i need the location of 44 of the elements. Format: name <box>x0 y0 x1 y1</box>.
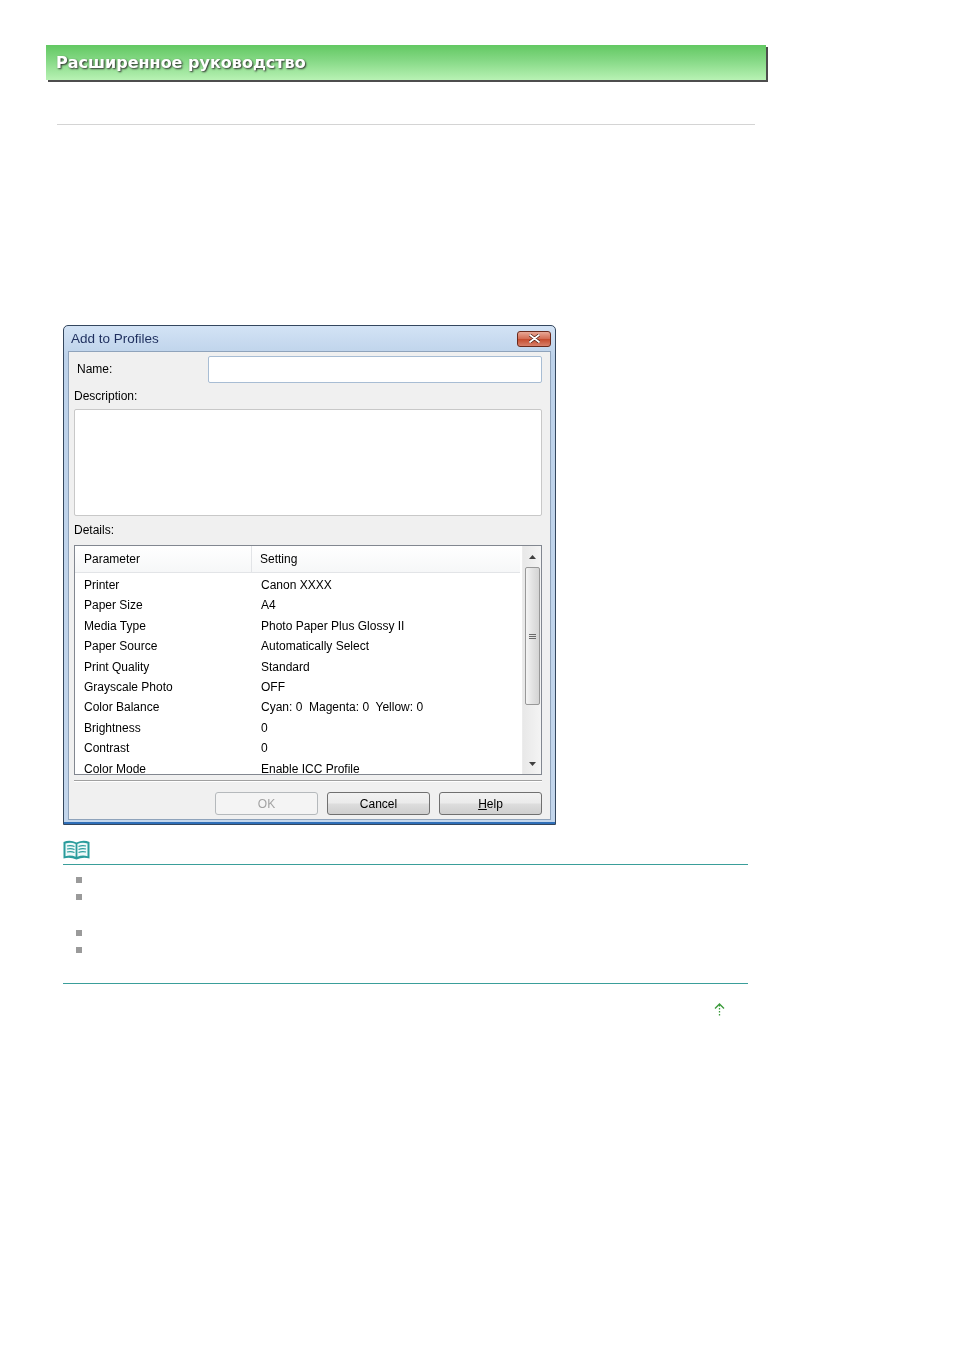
up-arrow-icon[interactable] <box>714 1003 725 1017</box>
grip-icon <box>528 633 536 639</box>
table-cell-text: Paper Source <box>83 638 159 656</box>
table-cell-text: Print Quality <box>83 658 151 676</box>
column-header[interactable]: Setting <box>252 546 520 572</box>
scroll-down-icon[interactable] <box>528 761 536 766</box>
table-cell-text: Photo Paper Plus Glossy II <box>260 617 406 635</box>
details-label: Details: <box>74 523 115 538</box>
table-cell-text: 0 <box>260 719 269 737</box>
book-icon <box>63 840 90 860</box>
table-cell-text: Canon XXXX <box>260 577 333 594</box>
table-cell-text: Printer <box>83 577 121 594</box>
table-cell-text: 0 <box>260 740 269 758</box>
scrollbar[interactable] <box>522 546 541 774</box>
table-cell-text: Grayscale Photo <box>83 678 174 696</box>
bullet-icon <box>76 893 82 900</box>
table-cell-text: Enable ICC Profile <box>260 760 361 774</box>
dialog-button[interactable]: Help <box>439 792 542 815</box>
bullet-icon <box>76 929 82 936</box>
name-input[interactable] <box>208 356 542 383</box>
table-cell-text: Automatically Select <box>260 638 371 656</box>
bullet-icon <box>76 876 82 883</box>
table-cell-text: Color Balance <box>83 699 161 717</box>
name-label: Name: <box>76 362 114 377</box>
table-cell-text: Standard <box>260 658 311 676</box>
dialog-title: Add to Profiles <box>70 331 159 346</box>
description-input[interactable] <box>74 409 542 516</box>
dialog-button[interactable]: Cancel <box>327 792 430 815</box>
table-cell-text: Cyan: 0 Magenta: 0 Yellow: 0 <box>260 699 425 717</box>
close-button[interactable] <box>517 330 551 347</box>
close-icon <box>528 334 540 343</box>
description-label: Description: <box>74 389 139 404</box>
table-cell-text: Brightness <box>83 719 142 737</box>
table-cell-text: Contrast <box>83 740 131 758</box>
page-title: Расширенное руководство <box>56 53 306 72</box>
bullet-icon <box>76 946 82 953</box>
table-cell-text: Media Type <box>83 617 147 635</box>
table-cell-text: Color Mode <box>83 760 148 774</box>
table-cell-text: OFF <box>260 678 286 696</box>
column-header[interactable]: Parameter <box>75 546 252 572</box>
table-cell-text: Paper Size <box>83 597 144 615</box>
table-cell-text: A4 <box>260 597 277 615</box>
scroll-up-icon[interactable] <box>528 554 536 559</box>
scrollbar-thumb[interactable] <box>524 567 540 705</box>
